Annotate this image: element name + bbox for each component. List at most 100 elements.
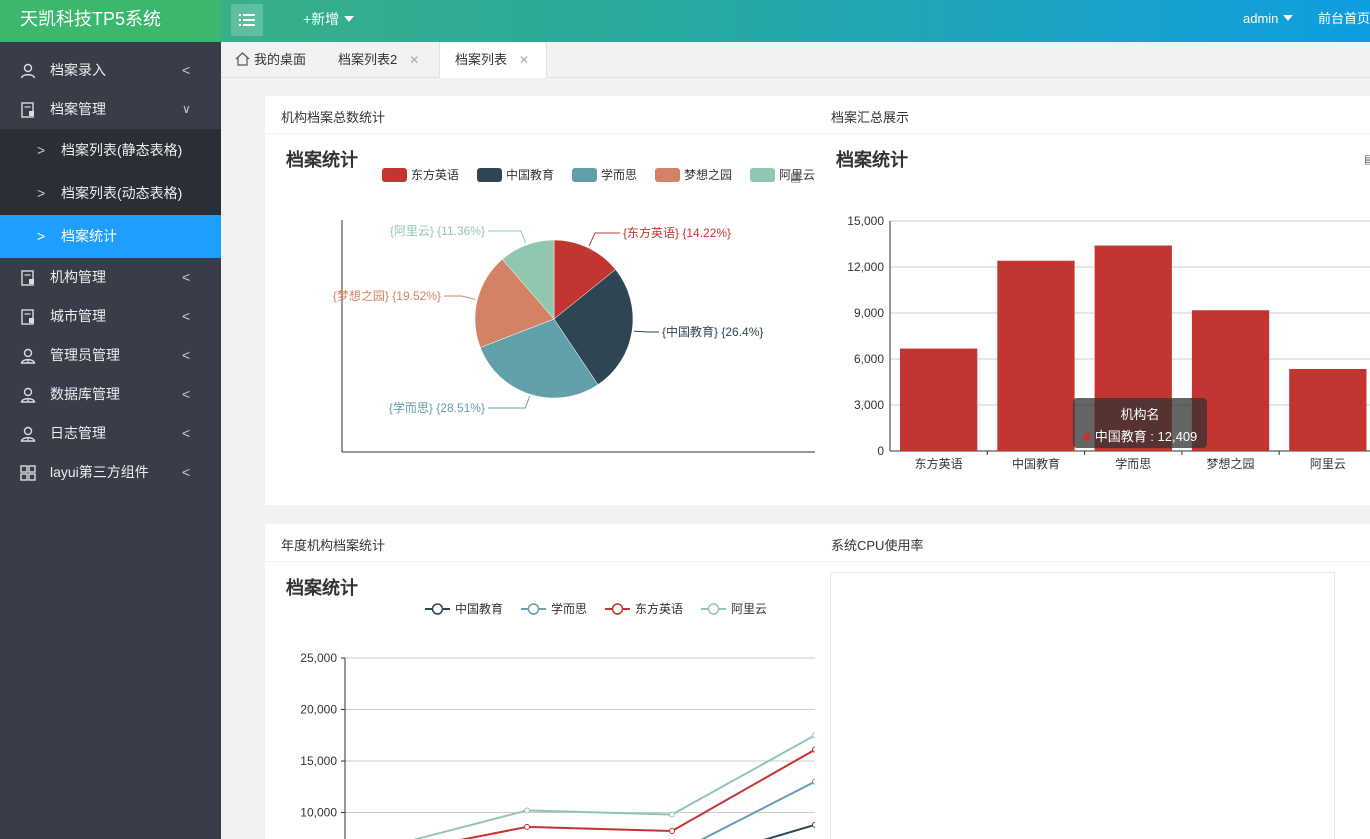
tab-label: 我的桌面 (254, 52, 307, 67)
legend-label: 中国教育 (455, 601, 503, 616)
gauge-chart: 0102030405060708090100CPU使用率12% (815, 564, 1370, 839)
caret-down-icon (1283, 15, 1294, 21)
users-icon (20, 348, 36, 364)
data-point (669, 828, 675, 835)
sidebar-item-database-management[interactable]: 数据库管理 < (0, 375, 221, 414)
sidebar-item-city-management[interactable]: 城市管理 < (0, 297, 221, 336)
chevron-left-icon: < (182, 269, 191, 285)
x-tick-label: 中国教育 (1012, 456, 1060, 471)
legend-label: 东方英语 (411, 167, 459, 182)
legend-swatch (477, 168, 502, 182)
bar (997, 260, 1075, 451)
sidebar-subitem-dynamic-table[interactable]: > 档案列表(动态表格) (0, 172, 221, 215)
user-menu[interactable]: admin (1243, 0, 1294, 38)
x-tick-label: 学而思 (1115, 456, 1151, 471)
sidebar-subitem-label: 档案列表(动态表格) (61, 185, 183, 201)
sidebar-item-label: 机构管理 (50, 269, 106, 285)
sidebar-item-label: 管理员管理 (50, 347, 120, 363)
sidebar: 档案录入 < 档案管理 ∨ > 档案列表(静态表格) > 档案列表(动态表格) … (0, 42, 221, 839)
document-icon (21, 102, 34, 118)
sidebar-subitem-label: 档案统计 (61, 228, 117, 244)
home-icon (235, 52, 250, 66)
sidebar-item-admin-management[interactable]: 管理员管理 < (0, 336, 221, 375)
pie-label: {学而思} {28.51%} (389, 400, 485, 415)
document-icon (21, 270, 34, 286)
tab-my-desktop[interactable]: 我的桌面 (235, 42, 306, 78)
chevron-right-icon: > (37, 142, 46, 158)
app-title[interactable]: 天凯科技TP5系统 (0, 0, 221, 42)
pie-label-line (588, 232, 620, 247)
y-tick-label: 6,000 (854, 352, 884, 366)
legend-marker (527, 603, 540, 615)
legend-label: 中国教育 (506, 167, 554, 182)
sidebar-subitem-label: 档案列表(静态表格) (61, 142, 183, 158)
chevron-left-icon: < (182, 62, 191, 78)
series-line (700, 780, 815, 839)
pie-label: {阿里云} {11.36%} (390, 224, 485, 238)
legend-swatch (382, 168, 407, 182)
tooltip-dot (1082, 433, 1091, 441)
bar (1289, 368, 1367, 451)
series-line (460, 748, 815, 839)
bar (900, 348, 978, 451)
bar-chart-card: 档案汇总展示 档案统计 ▤ 0 3,000 6,000 9,000 12,000 15,0… (815, 96, 1370, 505)
x-tick-label: 梦想之园 (1207, 456, 1255, 471)
legend-marker (707, 603, 720, 615)
data-point (524, 823, 530, 830)
data-view-icon: ▤ (790, 170, 801, 184)
line-chart: 中国教育学而思东方英语阿里云5,00010,00015,00020,00025,… (300, 601, 815, 839)
sidebar-item-archive-entry[interactable]: 档案录入 < (0, 51, 221, 90)
pie-chart: 东方英语 中国教育 学而思 梦想之园 阿里云▤{东方英语} {14.22%}{中国教育}… (333, 167, 815, 453)
chevron-left-icon: < (182, 464, 191, 480)
sidebar-subitem-static-table[interactable]: > 档案列表(静态表格) (0, 129, 221, 172)
tab-bar: 我的桌面 档案列表2 ✕ 档案列表 ✕ (221, 42, 1370, 79)
menu-toggle-button[interactable] (231, 4, 263, 36)
y-tick-label: 9,000 (854, 306, 884, 320)
top-header: 天凯科技TP5系统 +新增 admin 前台首页 (0, 0, 1370, 42)
users-icon (20, 387, 36, 403)
sidebar-item-label: 数据库管理 (50, 386, 120, 402)
legend-label: 阿里云 (731, 602, 767, 616)
front-page-link[interactable]: 前台首页 (1318, 0, 1370, 38)
sidebar-item-label: layui第三方组件 (50, 464, 149, 480)
grid-icon (20, 465, 36, 481)
sidebar-item-label: 日志管理 (50, 425, 106, 441)
chevron-left-icon: < (182, 347, 191, 363)
y-tick-label: 25,000 (300, 651, 337, 665)
legend-swatch (572, 168, 597, 182)
close-icon[interactable]: ✕ (409, 53, 419, 67)
list-icon (239, 14, 255, 26)
chevron-left-icon: < (182, 425, 191, 441)
data-point (524, 807, 530, 814)
sidebar-subitem-archive-stats[interactable]: > 档案统计 (0, 215, 221, 258)
sidebar-item-org-management[interactable]: 机构管理 < (0, 258, 221, 297)
add-new-menu[interactable]: +新增 (303, 0, 355, 38)
y-tick-label: 0 (877, 444, 884, 458)
tooltip-value: 中国教育 : 12,409 (1094, 429, 1198, 444)
tab-archive-list-2[interactable]: 档案列表2 ✕ (338, 42, 419, 78)
main-content: 机构档案总数统计 档案统计 东方英语 中国教育 学而思 梦想之园 阿里云 ▤ {东方英语} … (236, 78, 1370, 839)
caret-down-icon (344, 16, 355, 22)
close-icon[interactable]: ✕ (519, 53, 529, 67)
tab-archive-list[interactable]: 档案列表 ✕ (439, 42, 547, 79)
sidebar-item-layui-components[interactable]: layui第三方组件 < (0, 453, 221, 492)
y-tick-label: 12,000 (847, 260, 884, 274)
y-tick-label: 15,000 (847, 214, 884, 228)
chevron-right-icon: > (37, 228, 46, 244)
legend-label: 学而思 (601, 167, 637, 182)
users-icon (20, 426, 36, 442)
y-tick-label: 10,000 (300, 806, 337, 820)
sidebar-item-label: 档案录入 (50, 62, 106, 78)
pie-label-line (488, 396, 531, 409)
sidebar-item-log-management[interactable]: 日志管理 < (0, 414, 221, 453)
legend-swatch (750, 168, 775, 182)
legend-swatch (655, 168, 680, 182)
document-icon (21, 309, 34, 325)
chart-tooltip: 机构名 中国教育 : 12,409 (1073, 398, 1207, 448)
legend-label: 梦想之园 (684, 167, 732, 182)
x-tick-label: 东方英语 (915, 456, 963, 471)
pie-label-line (444, 295, 476, 300)
pie-label-line (634, 330, 659, 333)
pie-label: {中国教育} {26.4%} (662, 324, 763, 339)
sidebar-item-archive-management[interactable]: 档案管理 ∨ (0, 90, 221, 129)
